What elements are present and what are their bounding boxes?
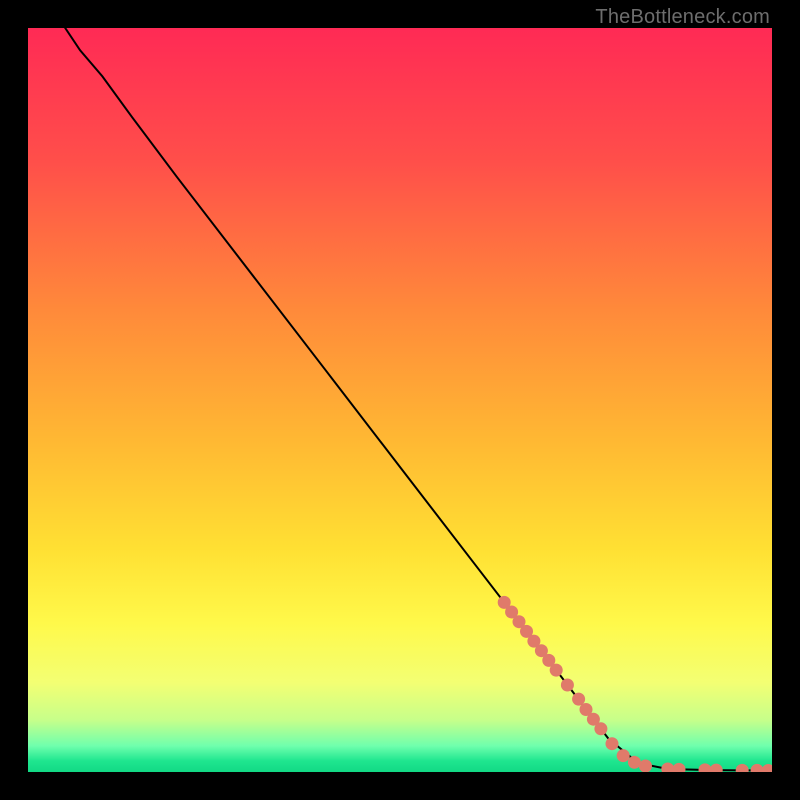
data-point: [751, 764, 764, 772]
salmon-dot-series: [498, 596, 772, 772]
watermark-text: TheBottleneck.com: [595, 6, 770, 29]
data-point: [762, 764, 772, 772]
data-point: [628, 756, 641, 769]
data-point: [606, 737, 619, 750]
curve-layer: [28, 28, 772, 772]
data-point: [594, 722, 607, 735]
data-point: [550, 664, 563, 677]
data-point: [639, 760, 652, 773]
data-point: [673, 763, 686, 772]
data-point: [661, 763, 674, 773]
chart-stage: TheBottleneck.com: [0, 0, 800, 800]
data-point: [617, 749, 630, 762]
plot-area: [28, 28, 772, 772]
data-point: [699, 763, 712, 772]
data-point: [561, 679, 574, 692]
data-point: [736, 764, 749, 772]
main-curve: [65, 28, 772, 771]
data-point: [572, 693, 585, 706]
data-point: [710, 764, 723, 772]
